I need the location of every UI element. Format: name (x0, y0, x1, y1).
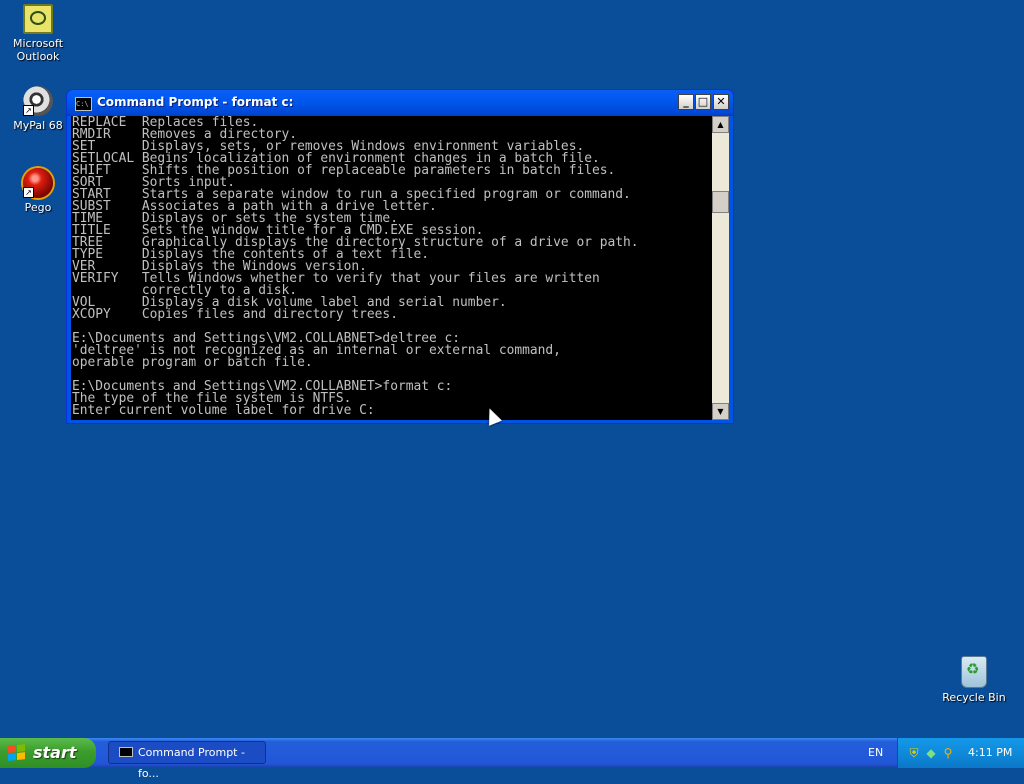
taskbar-button-label: Command Prompt - fo... (138, 746, 245, 780)
language-indicator[interactable]: EN (868, 746, 883, 759)
system-tray: ⛨ ◆ ⚲ 4:11 PM (897, 738, 1024, 768)
console-text: REPLACE Replaces files. RMDIR Removes a … (72, 116, 639, 418)
clock[interactable]: 4:11 PM (968, 746, 1012, 759)
search-icon[interactable]: ⚲ (941, 746, 955, 760)
desktop-icon-label: Pego (24, 201, 52, 214)
desktop-icon-mypal[interactable]: ↗ MyPal 68 (0, 86, 76, 132)
window-title: Command Prompt - format c: (97, 95, 294, 109)
cmd-icon (119, 747, 133, 757)
desktop-icon-recycle-bin[interactable]: Recycle Bin (936, 656, 1012, 704)
desktop-icon-label: Microsoft Outlook (12, 37, 64, 63)
scroll-up-arrow-icon[interactable]: ▲ (712, 116, 729, 133)
minimize-button[interactable]: _ (678, 94, 694, 110)
window-titlebar[interactable]: C:\ Command Prompt - format c: _ □ ✕ (67, 90, 733, 116)
close-button[interactable]: ✕ (713, 94, 729, 110)
desktop-icon-label: Recycle Bin (942, 691, 1006, 704)
pego-icon: ↗ (23, 168, 53, 198)
scroll-down-arrow-icon[interactable]: ▼ (712, 403, 729, 420)
windows-logo-icon (8, 744, 26, 762)
shortcut-arrow-icon: ↗ (23, 187, 34, 198)
mypal-icon: ↗ (23, 86, 53, 116)
console-output[interactable]: REPLACE Replaces files. RMDIR Removes a … (71, 116, 712, 420)
cmd-icon: C:\ (75, 97, 92, 111)
desktop-icon-pego[interactable]: ↗ Pego (0, 168, 76, 214)
outlook-icon (23, 4, 53, 34)
command-prompt-window[interactable]: C:\ Command Prompt - format c: _ □ ✕ REP… (66, 89, 734, 424)
recycle-bin-icon (961, 656, 987, 688)
scrollbar-thumb[interactable] (712, 191, 729, 213)
security-shield-icon[interactable]: ⛨ (907, 746, 921, 760)
taskbar: start Command Prompt - fo... EN ⛨ ◆ ⚲ 4:… (0, 738, 1024, 780)
network-icon[interactable]: ◆ (924, 746, 938, 760)
start-button[interactable]: start (0, 738, 96, 768)
taskbar-button-command-prompt[interactable]: Command Prompt - fo... (108, 741, 266, 780)
shortcut-arrow-icon: ↗ (23, 105, 34, 116)
vertical-scrollbar[interactable]: ▲ ▼ (712, 116, 729, 420)
desktop-icon-outlook[interactable]: Microsoft Outlook (0, 4, 76, 63)
maximize-button[interactable]: □ (695, 94, 711, 110)
start-label: start (33, 743, 77, 762)
desktop-icon-label: MyPal 68 (13, 119, 63, 132)
